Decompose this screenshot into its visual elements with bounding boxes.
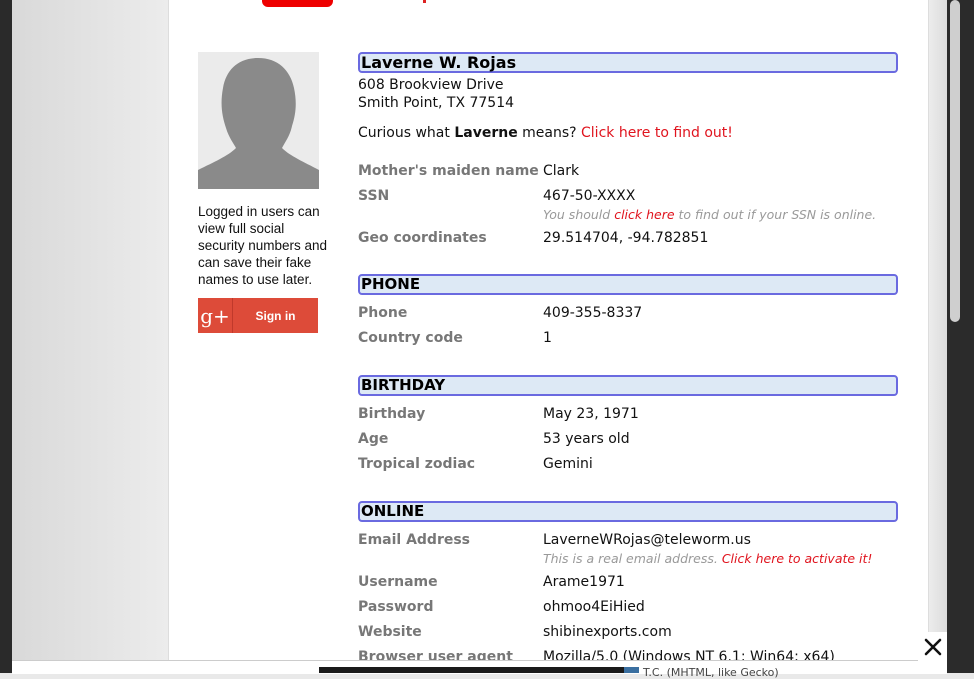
email-label: Email Address	[358, 532, 471, 548]
top-red-button[interactable]	[262, 0, 333, 7]
close-icon	[924, 638, 942, 656]
ad-image-accent	[624, 667, 639, 673]
phone-heading: PHONE	[358, 274, 898, 295]
email-value: LaverneWRojas@teleworm.us	[543, 532, 751, 548]
scrollbar-thumb[interactable]	[950, 0, 960, 322]
maiden-name-label: Mother's maiden name	[358, 163, 539, 179]
top-red-mark	[423, 0, 426, 3]
online-heading: ONLINE	[358, 501, 898, 522]
name-meaning-link[interactable]: Click here to find out!	[581, 125, 733, 141]
name-heading: Laverne W. Rojas	[358, 52, 898, 73]
avatar	[198, 52, 319, 189]
username-label: Username	[358, 574, 438, 590]
curious-prefix: Curious what	[358, 125, 455, 141]
phone-value: 409-355-8337	[543, 305, 643, 321]
signin-label: Sign in	[255, 308, 296, 323]
birthday-heading: BIRTHDAY	[358, 375, 898, 396]
ssn-note-suffix: to find out if your SSN is online.	[674, 207, 877, 222]
zodiac-value: Gemini	[543, 456, 593, 472]
zodiac-label: Tropical zodiac	[358, 456, 476, 472]
maiden-name-value: Clark	[543, 163, 580, 179]
country-code-label: Country code	[358, 330, 463, 346]
country-code-value: 1	[543, 330, 552, 346]
username-value: Arame1971	[543, 574, 625, 590]
birthday-value: May 23, 1971	[543, 406, 639, 422]
window-left-edge	[0, 0, 12, 673]
ssn-value: 467-50-XXXX	[543, 188, 636, 204]
geo-label: Geo coordinates	[358, 230, 487, 246]
name-meaning-line: Curious what Laverne means? Click here t…	[358, 125, 733, 141]
first-name: Laverne	[454, 125, 518, 141]
age-label: Age	[358, 431, 389, 447]
address-line1: 608 Brookview Drive	[358, 77, 504, 93]
ad-close-button[interactable]	[918, 632, 948, 662]
google-signin-button[interactable]: g+ Sign in	[198, 298, 318, 333]
age-value: 53 years old	[543, 431, 630, 447]
ssn-note-prefix: You should	[543, 207, 615, 222]
curious-suffix: means?	[517, 125, 582, 141]
birthday-label: Birthday	[358, 406, 426, 422]
google-plus-icon: g+	[198, 298, 233, 333]
password-label: Password	[358, 599, 434, 615]
email-note: This is a real email address. Click here…	[543, 551, 872, 566]
page-background-right	[929, 0, 947, 673]
ad-image[interactable]	[319, 667, 639, 673]
website-value: shibinexports.com	[543, 624, 672, 640]
geo-coordinates-link[interactable]: 29.514704, -94.782851	[543, 230, 708, 246]
login-note: Logged in users can view full social sec…	[198, 204, 328, 287]
password-value: ohmoo4EiHied	[543, 599, 645, 615]
ssn-label: SSN	[358, 188, 390, 204]
page-background-left	[12, 0, 168, 673]
ssn-check-link[interactable]: click here	[614, 207, 674, 222]
address-line2: Smith Point, TX 77514	[358, 95, 515, 111]
avatar-silhouette-icon	[198, 58, 319, 189]
website-label: Website	[358, 624, 422, 640]
email-activate-link[interactable]: Click here to activate it!	[722, 551, 873, 566]
phone-label: Phone	[358, 305, 408, 321]
email-note-prefix: This is a real email address.	[543, 551, 722, 566]
ssn-note: You should click here to find out if you…	[543, 207, 876, 222]
